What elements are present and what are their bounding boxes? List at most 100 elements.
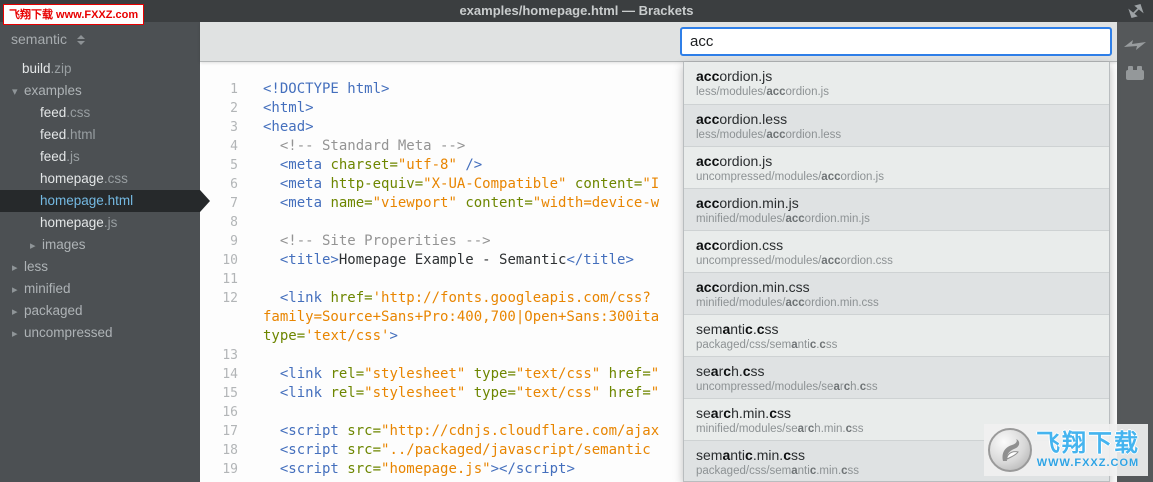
file-name: feed [40, 105, 67, 120]
result-file-path: less/modules/accordion.js [696, 86, 829, 98]
line-number: 9 [230, 234, 238, 249]
folder-name: minified [24, 281, 71, 296]
folder-closed-arrow-icon[interactable]: ▸ [12, 257, 24, 279]
fullscreen-expand-icon[interactable] [1127, 2, 1145, 20]
tree-folder-minified[interactable]: ▸ minified [0, 278, 200, 300]
title-bar: examples/homepage.html — Brackets [0, 0, 1153, 22]
code-text: <meta charset="utf-8" /> [263, 157, 483, 173]
file-name: homepage [40, 193, 104, 208]
tree-file-feed[interactable]: feed.css [0, 102, 200, 124]
code-text: <!-- Standard Meta --> [279, 138, 466, 154]
folder-name: uncompressed [24, 325, 113, 340]
file-extension: .css [66, 105, 91, 120]
folder-name: examples [24, 83, 82, 98]
line-number: 18 [222, 443, 238, 458]
tree-file-feed[interactable]: feed.js [0, 146, 200, 168]
right-toolbar [1117, 22, 1153, 482]
result-file-path: minified/modules/accordion.min.css [696, 297, 879, 309]
quick-open-result-row[interactable]: accordion.js uncompressed/modules/accordi… [684, 146, 1109, 188]
up-down-caret-icon [76, 35, 85, 46]
result-file-name: search.css [696, 363, 765, 379]
tree-file-homepage[interactable]: homepage.css [0, 168, 200, 190]
result-file-name: accordion.js [696, 153, 773, 169]
line-number: 16 [222, 405, 238, 420]
file-name: feed [40, 149, 67, 164]
file-name: feed [40, 127, 67, 142]
result-file-name: semantic.css [696, 321, 779, 337]
code-text: <meta http-equiv="X-UA-Compatible" conte… [263, 176, 660, 192]
folder-name: images [42, 237, 86, 252]
code-text: family=Source+Sans+Pro:400,700|Open+Sans… [263, 309, 660, 325]
result-file-name: accordion.css [696, 237, 784, 253]
watermark-site-name: 飞翔下载 [1036, 430, 1140, 457]
result-file-path: minified/modules/accordion.min.js [696, 213, 870, 225]
folder-closed-arrow-icon[interactable]: ▸ [12, 323, 24, 345]
file-extension: .html [103, 193, 134, 208]
tree-file-homepage[interactable]: homepage.js [0, 212, 200, 234]
quick-open-result-row[interactable]: search.css uncompressed/modules/search.cs… [684, 356, 1109, 398]
quick-open-result-row[interactable]: accordion.min.css minified/modules/accord… [684, 272, 1109, 314]
file-extension: .js [66, 149, 80, 164]
line-number: 15 [222, 386, 238, 401]
file-extension: .css [103, 171, 128, 186]
tree-folder-uncompressed[interactable]: ▸ uncompressed [0, 322, 200, 344]
tree-folder-images[interactable]: ▸ images [0, 234, 200, 256]
code-text: <link rel="stylesheet" type="text/css" h… [263, 385, 660, 401]
folder-name: less [24, 259, 49, 274]
result-file-path: packaged/css/semantic.css [696, 339, 838, 351]
quick-open-search-input[interactable] [680, 27, 1112, 56]
line-number: 14 [222, 367, 238, 382]
project-switcher[interactable]: semantic [0, 22, 200, 56]
quick-open-result-row[interactable]: accordion.min.js minified/modules/accordi… [684, 188, 1109, 230]
tree-file-feed[interactable]: feed.html [0, 124, 200, 146]
file-extension: .html [66, 127, 96, 142]
line-number: 2 [230, 101, 238, 116]
code-text: <link rel="stylesheet" type="text/css" h… [263, 366, 660, 382]
tree-folder-packaged[interactable]: ▸ packaged [0, 300, 200, 322]
quick-open-result-row[interactable]: accordion.css uncompressed/modules/accord… [684, 230, 1109, 272]
result-file-path: less/modules/accordion.less [696, 129, 842, 141]
quick-open-result-row[interactable]: semantic.css packaged/css/semantic.css [684, 314, 1109, 356]
site-watermark-badge: 飞翔下载 www.FXXZ.com [3, 4, 145, 25]
code-text: <head> [263, 119, 314, 135]
tree-folder-examples[interactable]: ▾ examples [0, 80, 200, 102]
folder-closed-arrow-icon[interactable]: ▸ [12, 279, 24, 301]
line-number: 12 [222, 291, 238, 306]
code-text: <script src="homepage.js"></script> [263, 461, 575, 477]
tree-folder-less[interactable]: ▸ less [0, 256, 200, 278]
file-tree: build.zip ▾ examples feed.css feed.html feed.… [0, 58, 210, 344]
folder-closed-arrow-icon[interactable]: ▸ [12, 301, 24, 323]
folder-closed-arrow-icon[interactable]: ▸ [30, 235, 42, 257]
tree-file-build[interactable]: build.zip [0, 58, 200, 80]
file-name: homepage [40, 171, 104, 186]
code-text: <html> [263, 100, 314, 116]
quick-open-result-row[interactable]: accordion.less less/modules/accordion.les… [684, 104, 1109, 146]
line-number: 13 [222, 348, 238, 363]
result-file-name: accordion.min.js [696, 195, 799, 211]
code-text: type='text/css'> [263, 328, 398, 344]
line-number: 3 [230, 120, 238, 135]
live-preview-lightning-icon[interactable] [1117, 30, 1153, 60]
folder-name: packaged [24, 303, 83, 318]
quick-open-result-row[interactable]: accordion.js less/modules/accordion.js [684, 62, 1109, 104]
line-number: 5 [230, 158, 238, 173]
code-text: <link href='http://fonts.googleapis.com/… [263, 290, 651, 306]
project-sidebar: semantic build.zip ▾ examples feed.css feed.… [0, 22, 210, 482]
result-file-path: uncompressed/modules/accordion.css [696, 255, 893, 267]
quick-open-results: accordion.js less/modules/accordion.js acc… [683, 62, 1110, 482]
code-text: <!DOCTYPE html> [263, 81, 390, 97]
extension-manager-brick-icon[interactable] [1117, 60, 1153, 90]
file-name: homepage [40, 215, 104, 230]
file-extension: .js [103, 215, 118, 230]
folder-open-arrow-icon[interactable]: ▾ [12, 81, 24, 103]
line-number: 8 [230, 215, 238, 230]
tree-file-homepage[interactable]: homepage.html [0, 190, 210, 212]
line-number: 19 [222, 462, 238, 477]
file-extension: .zip [50, 61, 72, 76]
bird-circle-logo-icon [988, 428, 1032, 472]
window-title: examples/homepage.html — Brackets [459, 3, 694, 18]
line-number: 10 [222, 253, 238, 268]
